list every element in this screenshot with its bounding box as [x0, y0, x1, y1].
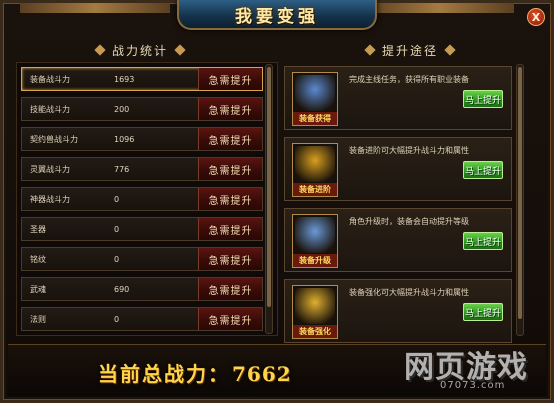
stat-value: 0 [114, 194, 120, 204]
stat-row[interactable]: 契约兽战斗力 1096 急需提升 [21, 127, 263, 151]
stat-name: 装备战斗力 [30, 74, 70, 84]
top-ornament-left [20, 3, 170, 13]
ways-header: 提升途径 [285, 42, 535, 58]
way-caption: 装备强化 [293, 325, 337, 338]
stats-scrollbar[interactable] [265, 64, 273, 334]
watermark-domain: 07073.com [440, 380, 506, 391]
stat-row[interactable]: 装备战斗力 1693 急需提升 [21, 67, 263, 91]
way-description: 角色升级时，装备会自动提升等级 [349, 217, 469, 226]
urgent-boost-button[interactable]: 急需提升 [198, 158, 262, 180]
close-button[interactable]: X [527, 8, 545, 26]
way-description: 装备进阶可大幅提升战斗力和属性 [349, 146, 469, 155]
way-art [295, 217, 335, 253]
way-description: 完成主线任务，获得所有职业装备 [349, 75, 469, 84]
stat-value: 0 [114, 224, 120, 234]
window-title: 我要变强 [235, 6, 319, 27]
top-ornament-right [364, 3, 514, 13]
way-card: 装备升级 角色升级时，装备会自动提升等级马上提升 [284, 208, 512, 272]
stat-row[interactable]: 技能战斗力 200 急需提升 [21, 97, 263, 121]
stats-header: 战力统计 [20, 42, 260, 58]
stat-name: 契约兽战斗力 [30, 134, 78, 144]
stat-row[interactable]: 灵翼战斗力 776 急需提升 [21, 157, 263, 181]
boost-now-button[interactable]: 马上提升 [463, 303, 503, 321]
stat-row[interactable]: 法则 0 急需提升 [21, 307, 263, 331]
way-card: 装备强化 装备强化可大幅提升战斗力和属性马上提升 [284, 279, 512, 343]
equipment-upgrade-icon[interactable]: 装备升级 [292, 214, 338, 268]
urgent-boost-button[interactable]: 急需提升 [198, 248, 262, 270]
way-art [295, 75, 335, 111]
way-caption: 装备进阶 [293, 183, 337, 196]
stat-value: 0 [114, 254, 120, 264]
stat-name: 神器战斗力 [30, 194, 70, 204]
stat-name: 灵翼战斗力 [30, 164, 70, 174]
stat-name: 法则 [30, 314, 46, 324]
stat-value: 776 [114, 164, 130, 174]
way-description: 装备强化可大幅提升战斗力和属性 [349, 288, 469, 297]
equipment-advance-icon[interactable]: 装备进阶 [292, 143, 338, 197]
stat-name: 武魂 [30, 284, 46, 294]
stats-panel: 装备战斗力 1693 急需提升 技能战斗力 200 急需提升 契约兽战斗力 1096 急需提升灵… [16, 62, 278, 336]
title-plaque: 我要变强 [177, 0, 377, 30]
urgent-boost-button[interactable]: 急需提升 [198, 68, 262, 90]
urgent-boost-button[interactable]: 急需提升 [198, 98, 262, 120]
total-power-value: 7662 [232, 362, 292, 386]
stats-scroll-thumb[interactable] [267, 67, 271, 307]
urgent-boost-button[interactable]: 急需提升 [198, 188, 262, 210]
stat-value: 200 [114, 104, 130, 114]
stat-value: 1096 [114, 134, 135, 144]
boost-now-button[interactable]: 马上提升 [463, 90, 503, 108]
ways-panel: 装备获得 完成主线任务，获得所有职业装备 马上提升 装备进阶 装备进阶可大幅提升战斗力和… [284, 62, 538, 343]
stat-value: 0 [114, 314, 120, 324]
close-icon: X [531, 10, 541, 24]
total-power-label: 当前总战力： [98, 362, 230, 386]
stat-row[interactable]: 铭纹 0 急需提升 [21, 247, 263, 271]
way-caption: 装备升级 [293, 254, 337, 267]
way-art [295, 146, 335, 182]
way-caption: 装备获得 [293, 112, 337, 125]
ways-scroll-thumb[interactable] [518, 67, 522, 319]
urgent-boost-button[interactable]: 急需提升 [198, 128, 262, 150]
way-card: 装备进阶 装备进阶可大幅提升战斗力和属性马上提升 [284, 137, 512, 201]
total-power: 当前总战力： 7662 [98, 358, 292, 387]
stat-name: 技能战斗力 [30, 104, 70, 114]
stat-value: 690 [114, 284, 130, 294]
ways-scrollbar[interactable] [516, 64, 524, 336]
stat-value: 1693 [114, 74, 135, 84]
equipment-obtain-icon[interactable]: 装备获得 [292, 72, 338, 126]
equipment-enhance-icon[interactable]: 装备强化 [292, 285, 338, 339]
boost-now-button[interactable]: 马上提升 [463, 161, 503, 179]
stat-row[interactable]: 圣器 0 急需提升 [21, 217, 263, 241]
stat-row[interactable]: 神器战斗力 0 急需提升 [21, 187, 263, 211]
stat-name: 铭纹 [30, 254, 46, 264]
stat-row[interactable]: 武魂 690 急需提升 [21, 277, 263, 301]
way-art [295, 288, 335, 324]
ways-header-label: 提升途径 [381, 43, 438, 58]
urgent-boost-button[interactable]: 急需提升 [198, 218, 262, 240]
stats-header-label: 战力统计 [111, 43, 168, 58]
urgent-boost-button[interactable]: 急需提升 [198, 278, 262, 300]
way-card: 装备获得 完成主线任务，获得所有职业装备马上提升 [284, 66, 512, 130]
boost-now-button[interactable]: 马上提升 [463, 232, 503, 250]
stat-name: 圣器 [30, 224, 46, 234]
watermark-logo: 网页游戏 07073.com [404, 342, 544, 398]
urgent-boost-button[interactable]: 急需提升 [198, 308, 262, 330]
